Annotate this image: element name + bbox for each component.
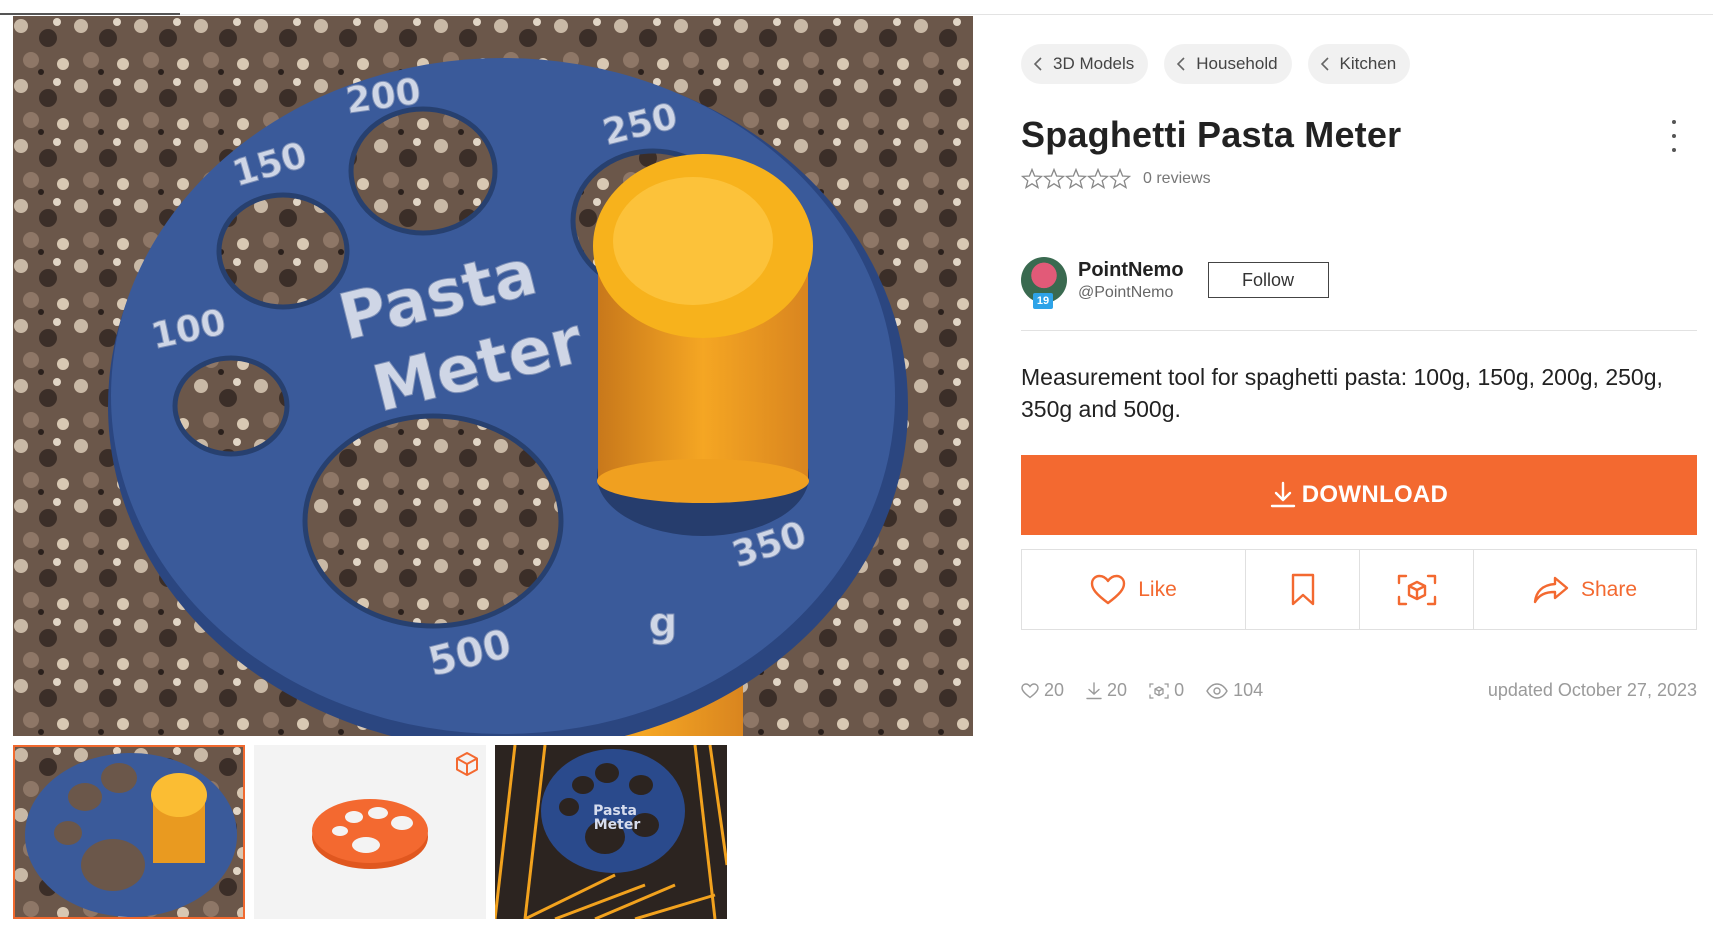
star-rating[interactable]: [1021, 168, 1131, 190]
breadcrumb-kitchen[interactable]: Kitchen: [1307, 44, 1411, 84]
like-button[interactable]: Like: [1022, 550, 1246, 629]
model-details-panel: 3D Models Household Kitchen Spaghetti Pa…: [1021, 44, 1697, 701]
views-count: 104: [1233, 680, 1264, 700]
ar-view-icon: [1149, 682, 1169, 699]
share-button[interactable]: Share: [1474, 550, 1696, 629]
more-options-icon[interactable]: [1669, 120, 1679, 152]
model-description: Measurement tool for spaghetti pasta: 10…: [1021, 364, 1663, 422]
pasta-meter-disc: Pasta Meter 100 150 200 250 350 500 g: [108, 58, 908, 736]
stats-row: 20 20 0 104 updated October 27, 2023: [1021, 680, 1697, 701]
ar-views-count: 0: [1174, 680, 1185, 700]
download-label: DOWNLOAD: [1301, 481, 1449, 508]
page-title: Spaghetti Pasta Meter: [1021, 114, 1402, 155]
follow-button[interactable]: Follow: [1207, 262, 1329, 298]
downloads-stat: 20: [1086, 680, 1127, 701]
breadcrumb: 3D Models Household Kitchen: [1021, 44, 1697, 84]
share-label: Share: [1580, 577, 1638, 601]
share-icon: [1533, 576, 1569, 603]
author-level-badge: 19: [1033, 293, 1053, 309]
top-divider: [0, 14, 1713, 15]
thumb3-text-meter: Meter: [594, 817, 641, 833]
breadcrumb-label: Household: [1196, 54, 1278, 73]
views-stat: 104: [1206, 680, 1263, 701]
chevron-left-icon: [1320, 57, 1329, 71]
bookmark-button[interactable]: [1246, 550, 1360, 629]
breadcrumb-label: Kitchen: [1339, 54, 1397, 73]
bookmark-icon: [1291, 573, 1314, 605]
action-bar: Like Share: [1021, 549, 1697, 630]
updated-date: updated October 27, 2023: [1487, 680, 1697, 700]
section-divider: [1021, 330, 1697, 331]
heart-icon: [1091, 574, 1126, 604]
author-name[interactable]: PointNemo: [1078, 259, 1184, 282]
breadcrumb-label: 3D Models: [1053, 54, 1135, 73]
3d-cube-icon: [456, 752, 478, 776]
empty-stars-icon: [1021, 168, 1131, 190]
avatar[interactable]: 19: [1021, 257, 1067, 309]
download-icon: [1270, 481, 1295, 508]
ar-view-icon: [1397, 574, 1436, 605]
chevron-left-icon: [1033, 57, 1042, 71]
rating-row: 0 reviews: [1021, 168, 1697, 190]
thumbnail-1[interactable]: [13, 745, 245, 919]
downloads-count: 20: [1107, 680, 1128, 700]
thumbnail-3d-model[interactable]: [254, 745, 486, 919]
breadcrumb-3d-models[interactable]: 3D Models: [1021, 44, 1149, 84]
likes-stat: 20: [1021, 680, 1064, 701]
like-label: Like: [1138, 577, 1177, 601]
ar-views-stat: 0: [1149, 680, 1184, 701]
likes-count: 20: [1044, 680, 1065, 700]
label-g: g: [649, 600, 678, 646]
heart-icon: [1021, 682, 1039, 698]
reviews-count[interactable]: 0 reviews: [1143, 170, 1211, 188]
main-product-image[interactable]: Pasta Meter 100 150 200 250 350 500 g: [13, 16, 973, 736]
author-handle: @PointNemo: [1078, 283, 1174, 301]
breadcrumb-household[interactable]: Household: [1164, 44, 1292, 84]
author-block: 19 PointNemo @PointNemo Follow: [1021, 252, 1697, 309]
eye-icon: [1206, 682, 1228, 699]
download-icon: [1086, 681, 1102, 699]
chevron-left-icon: [1177, 57, 1185, 71]
download-button[interactable]: DOWNLOAD: [1021, 455, 1697, 535]
active-tab-indicator: [0, 13, 180, 15]
thumbnail-3[interactable]: Pasta Meter: [495, 745, 727, 919]
ar-view-button[interactable]: [1360, 550, 1474, 629]
